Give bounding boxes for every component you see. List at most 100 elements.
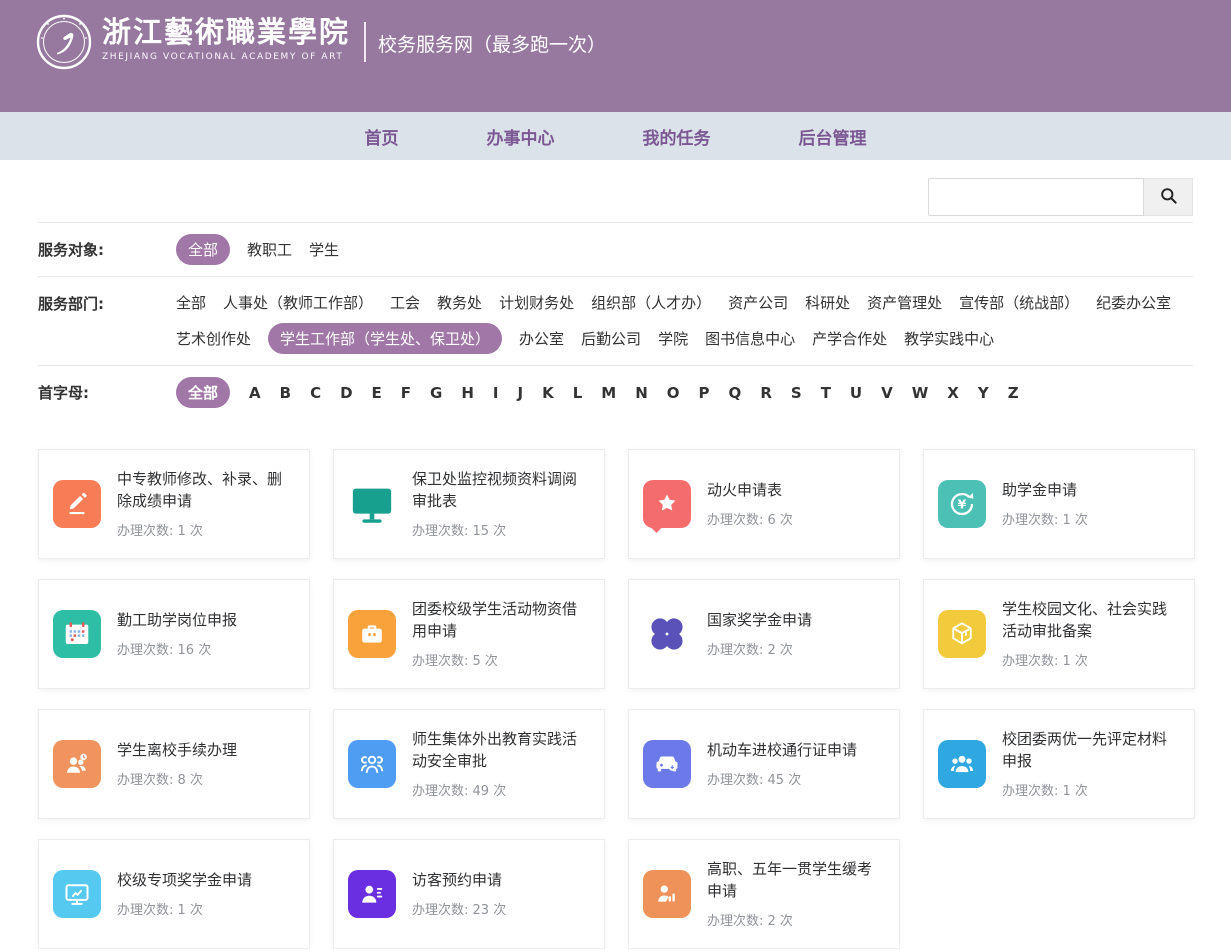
filter-option-letter[interactable]: G bbox=[430, 380, 442, 406]
service-title: 校团委两优一先评定材料申报 bbox=[1002, 729, 1180, 773]
filter-option[interactable]: 后勤公司 bbox=[581, 324, 641, 353]
filter-option[interactable]: 图书信息中心 bbox=[705, 324, 795, 353]
nav-item-service-center[interactable]: 办事中心 bbox=[487, 124, 555, 149]
nav-item-admin[interactable]: 后台管理 bbox=[799, 124, 867, 149]
service-count: 办理次数: 1 次 bbox=[117, 520, 295, 539]
filter-option[interactable]: 教务处 bbox=[437, 288, 482, 317]
filter-option-letter[interactable]: Z bbox=[1008, 380, 1019, 406]
search-button[interactable] bbox=[1144, 178, 1193, 216]
filter-option[interactable]: 产学合作处 bbox=[812, 324, 887, 353]
filters: 服务对象: 全部教职工学生 服务部门: 全部人事处（教师工作部）工会教务处计划财… bbox=[38, 222, 1193, 419]
filter-option-letter[interactable]: 全部 bbox=[176, 377, 230, 408]
logo-text: 浙江藝術職業學院 ZHEJIANG VOCATIONAL ACADEMY OF … bbox=[102, 14, 350, 62]
filter-option-letter[interactable]: I bbox=[493, 380, 499, 406]
filter-option-letter[interactable]: O bbox=[667, 380, 680, 406]
service-count: 办理次数: 6 次 bbox=[707, 509, 793, 528]
filter-label-target: 服务对象: bbox=[38, 234, 176, 265]
service-title: 高职、五年一贯学生缓考申请 bbox=[707, 859, 885, 903]
filter-option[interactable]: 全部 bbox=[176, 288, 206, 317]
card-text: 团委校级学生活动物资借用申请 办理次数: 5 次 bbox=[412, 599, 590, 670]
search-input[interactable] bbox=[928, 178, 1144, 216]
service-card[interactable]: 师生集体外出教育实践活动安全审批 办理次数: 49 次 bbox=[333, 709, 605, 819]
filter-option[interactable]: 人事处（教师工作部） bbox=[223, 288, 373, 317]
filter-option-letter[interactable]: S bbox=[791, 380, 802, 406]
filter-option[interactable]: 学生工作部（学生处、保卫处） bbox=[268, 323, 502, 354]
filter-option-letter[interactable]: E bbox=[372, 380, 382, 406]
service-title: 机动车进校通行证申请 bbox=[707, 740, 857, 762]
service-count: 办理次数: 45 次 bbox=[707, 769, 857, 788]
filter-option-letter[interactable]: T bbox=[821, 380, 831, 406]
service-card[interactable]: 勤工助学岗位申报 办理次数: 16 次 bbox=[38, 579, 310, 689]
card-text: 访客预约申请 办理次数: 23 次 bbox=[412, 870, 506, 919]
service-card[interactable]: 团委校级学生活动物资借用申请 办理次数: 5 次 bbox=[333, 579, 605, 689]
nav-item-my-tasks[interactable]: 我的任务 bbox=[643, 124, 711, 149]
filter-option[interactable]: 学生 bbox=[309, 235, 339, 264]
main-nav: 首页 办事中心 我的任务 后台管理 bbox=[0, 112, 1231, 160]
filter-option[interactable]: 学院 bbox=[658, 324, 688, 353]
card-text: 机动车进校通行证申请 办理次数: 45 次 bbox=[707, 740, 857, 789]
filter-option-letter[interactable]: W bbox=[912, 380, 929, 406]
service-card[interactable]: ¥ 助学金申请 办理次数: 1 次 bbox=[923, 449, 1195, 559]
filter-option-letter[interactable]: L bbox=[573, 380, 583, 406]
filter-option[interactable]: 资产管理处 bbox=[867, 288, 942, 317]
filter-option[interactable]: 教职工 bbox=[247, 235, 292, 264]
service-card[interactable]: 动火申请表 办理次数: 6 次 bbox=[628, 449, 900, 559]
filter-option-letter[interactable]: C bbox=[310, 380, 321, 406]
service-card[interactable]: 机动车进校通行证申请 办理次数: 45 次 bbox=[628, 709, 900, 819]
filter-option-letter[interactable]: V bbox=[881, 380, 893, 406]
service-card[interactable]: 校级专项奖学金申请 办理次数: 1 次 bbox=[38, 839, 310, 949]
filter-option-letter[interactable]: Y bbox=[978, 380, 989, 406]
dept-options-row1: 全部人事处（教师工作部） 工会教务处计划财务处组织部（人才办） 资产公司科研处资产管… bbox=[176, 288, 1193, 317]
filter-option[interactable]: 纪委办公室 bbox=[1096, 288, 1171, 317]
filter-option[interactable]: 科研处 bbox=[805, 288, 850, 317]
filter-option-letter[interactable]: R bbox=[760, 380, 772, 406]
filter-option-letter[interactable]: X bbox=[947, 380, 959, 406]
filter-option[interactable]: 艺术创作处 bbox=[176, 324, 251, 353]
service-count: 办理次数: 23 次 bbox=[412, 899, 506, 918]
filter-option[interactable]: 工会 bbox=[390, 288, 420, 317]
filter-option-letter[interactable]: H bbox=[461, 380, 474, 406]
service-card[interactable]: 学生校园文化、社会实践活动审批备案 办理次数: 1 次 bbox=[923, 579, 1195, 689]
filter-option[interactable]: 办公室 bbox=[519, 324, 564, 353]
filter-option[interactable]: 组织部（人才办） bbox=[591, 288, 711, 317]
service-card[interactable]: 访客预约申请 办理次数: 23 次 bbox=[333, 839, 605, 949]
filter-option-letter[interactable]: D bbox=[340, 380, 352, 406]
filter-option-letter[interactable]: B bbox=[280, 380, 291, 406]
svg-text:¥: ¥ bbox=[958, 497, 967, 512]
monitor-icon bbox=[348, 480, 396, 528]
monitor-outline-icon bbox=[53, 870, 101, 918]
nav-item-home[interactable]: 首页 bbox=[365, 124, 399, 149]
yen-refund-icon: ¥ bbox=[938, 480, 986, 528]
service-title: 助学金申请 bbox=[1002, 480, 1088, 502]
filter-option-letter[interactable]: F bbox=[401, 380, 411, 406]
card-text: 勤工助学岗位申报 办理次数: 16 次 bbox=[117, 610, 237, 659]
service-title: 勤工助学岗位申报 bbox=[117, 610, 237, 632]
service-card[interactable]: 高职、五年一贯学生缓考申请 办理次数: 2 次 bbox=[628, 839, 900, 949]
people-clock-icon bbox=[53, 740, 101, 788]
filter-option[interactable]: 宣传部（统战部） bbox=[959, 288, 1079, 317]
filter-option[interactable]: 全部 bbox=[176, 234, 230, 265]
filter-option-letter[interactable]: P bbox=[699, 380, 710, 406]
filter-option[interactable]: 资产公司 bbox=[728, 288, 788, 317]
filter-option[interactable]: 教学实践中心 bbox=[904, 324, 994, 353]
dept-options: 全部人事处（教师工作部） 工会教务处计划财务处组织部（人才办） 资产公司科研处资产管… bbox=[176, 288, 1193, 354]
filter-option-letter[interactable]: A bbox=[249, 380, 261, 406]
initial-options: 全部 ABCDEFGHIJKLMNOPQRSTUVWXYZ bbox=[176, 377, 1193, 408]
service-title: 国家奖学金申请 bbox=[707, 610, 812, 632]
filter-option-letter[interactable]: M bbox=[601, 380, 616, 406]
filter-option-letter[interactable]: Q bbox=[729, 380, 742, 406]
filter-option-letter[interactable]: K bbox=[542, 380, 554, 406]
service-count: 办理次数: 5 次 bbox=[412, 650, 590, 669]
filter-option-letter[interactable]: J bbox=[518, 380, 524, 406]
service-card[interactable]: 保卫处监控视频资料调阅审批表 办理次数: 15 次 bbox=[333, 449, 605, 559]
school-name: 浙江藝術職業學院 bbox=[102, 14, 350, 50]
service-card[interactable]: 中专教师修改、补录、删除成绩申请 办理次数: 1 次 bbox=[38, 449, 310, 559]
service-card[interactable]: 学生离校手续办理 办理次数: 8 次 bbox=[38, 709, 310, 819]
clover-dots-icon bbox=[643, 610, 691, 658]
service-card[interactable]: 校团委两优一先评定材料申报 办理次数: 1 次 bbox=[923, 709, 1195, 819]
service-card[interactable]: 国家奖学金申请 办理次数: 2 次 bbox=[628, 579, 900, 689]
filter-option-letter[interactable]: U bbox=[850, 380, 862, 406]
filter-option[interactable]: 计划财务处 bbox=[499, 288, 574, 317]
team-icon bbox=[938, 740, 986, 788]
filter-option-letter[interactable]: N bbox=[635, 380, 648, 406]
